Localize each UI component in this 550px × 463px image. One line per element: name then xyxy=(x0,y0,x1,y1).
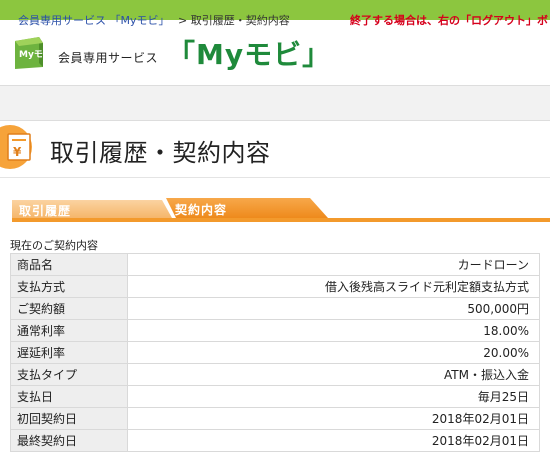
breadcrumb-current: > 取引履歴・契約内容 xyxy=(178,14,290,27)
row-value: ATM・振込入金 xyxy=(127,363,540,386)
row-value: 18.00% xyxy=(127,319,540,342)
row-label: 支払日 xyxy=(10,385,128,408)
row-value: カードローン xyxy=(127,253,540,276)
brand-subtitle: 会員専用サービス xyxy=(58,51,159,65)
brand-name: 「Myモビ」 xyxy=(167,38,332,71)
logo-text: Myモビ xyxy=(19,48,47,60)
svg-text:¥: ¥ xyxy=(13,145,22,159)
row-label: 支払タイプ xyxy=(10,363,128,386)
table-row: ご契約額 500,000円 xyxy=(10,297,540,320)
row-label: 初回契約日 xyxy=(10,407,128,430)
table-row: 遅延利率 20.00% xyxy=(10,341,540,364)
contract-table: 商品名 カードローン 支払方式 借入後残高スライド元利定額支払方式 ご契約額 5… xyxy=(10,253,540,452)
table-row: 支払方式 借入後残高スライド元利定額支払方式 xyxy=(10,275,540,298)
mymobi-logo-icon[interactable]: Myモビ xyxy=(9,33,47,71)
breadcrumb xyxy=(0,85,550,121)
table-row: 支払日 毎月25日 xyxy=(10,385,540,408)
table-row: 支払タイプ ATM・振込入金 xyxy=(10,363,540,386)
row-label: 遅延利率 xyxy=(10,341,128,364)
logout-notice: 終了する場合は、右の「ログアウト」ボ xyxy=(350,14,548,27)
table-row: 商品名 カードローン xyxy=(10,253,540,276)
page-title: 取引履歴・契約内容 xyxy=(50,139,271,167)
tab-history-label[interactable]: 取引履歴 xyxy=(19,202,71,219)
row-value: 借入後残高スライド元利定額支払方式 xyxy=(127,275,540,298)
breadcrumb-home-link[interactable]: 会員専用サービス 「Myモビ」 xyxy=(18,12,170,28)
row-value: 500,000円 xyxy=(127,297,540,320)
tab-contract-label[interactable]: 契約内容 xyxy=(175,201,227,218)
row-value: 毎月25日 xyxy=(127,385,540,408)
row-value: 2018年02月01日 xyxy=(127,407,540,430)
table-row: 通常利率 18.00% xyxy=(10,319,540,342)
row-label: 支払方式 xyxy=(10,275,128,298)
row-value: 20.00% xyxy=(127,341,540,364)
row-label: 通常利率 xyxy=(10,319,128,342)
section-title: 現在のご契約内容 xyxy=(10,239,98,252)
tab-underline xyxy=(12,218,550,222)
row-value: 2018年02月01日 xyxy=(127,429,540,452)
document-yen-icon: ¥ xyxy=(0,125,32,169)
row-label: 商品名 xyxy=(10,253,128,276)
row-label: ご契約額 xyxy=(10,297,128,320)
table-row: 最終契約日 2018年02月01日 xyxy=(10,429,540,452)
table-row: 初回契約日 2018年02月01日 xyxy=(10,407,540,430)
row-label: 最終契約日 xyxy=(10,429,128,452)
title-divider xyxy=(0,177,550,178)
